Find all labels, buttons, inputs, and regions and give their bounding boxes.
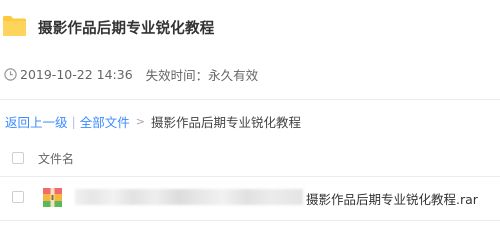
expire-label: 失效时间： [145, 68, 209, 83]
share-title: 摄影作品后期专业锐化教程 [38, 21, 215, 37]
breadcrumb-current: 摄影作品后期专业锐化教程 [150, 115, 301, 130]
divider [0, 220, 500, 221]
share-meta: 2019-10-22 14:36 失效时间： 永久有效 [4, 65, 258, 84]
all-files-link[interactable]: 全部文件 [80, 112, 130, 131]
file-checkbox[interactable] [12, 191, 24, 203]
chevron-right-icon: > [135, 115, 145, 128]
share-date: 2019-10-22 14:36 [20, 67, 133, 82]
back-link[interactable]: 返回上一级 [5, 112, 68, 131]
rar-archive-icon [43, 188, 62, 207]
expire-value: 永久有效 [208, 68, 259, 83]
column-header-filename: 文件名 [38, 152, 75, 166]
select-all-checkbox[interactable] [12, 152, 24, 164]
clock-icon [4, 68, 17, 81]
breadcrumb: 返回上一级 | 全部文件 > 摄影作品后期专业锐化教程 [5, 112, 301, 131]
divider [0, 176, 500, 177]
divider [0, 99, 500, 100]
breadcrumb-separator: | [71, 114, 76, 129]
folder-icon [3, 16, 26, 36]
blurred-filename-prefix [75, 189, 303, 205]
file-name[interactable]: 摄影作品后期专业锐化教程.rar [306, 189, 478, 208]
